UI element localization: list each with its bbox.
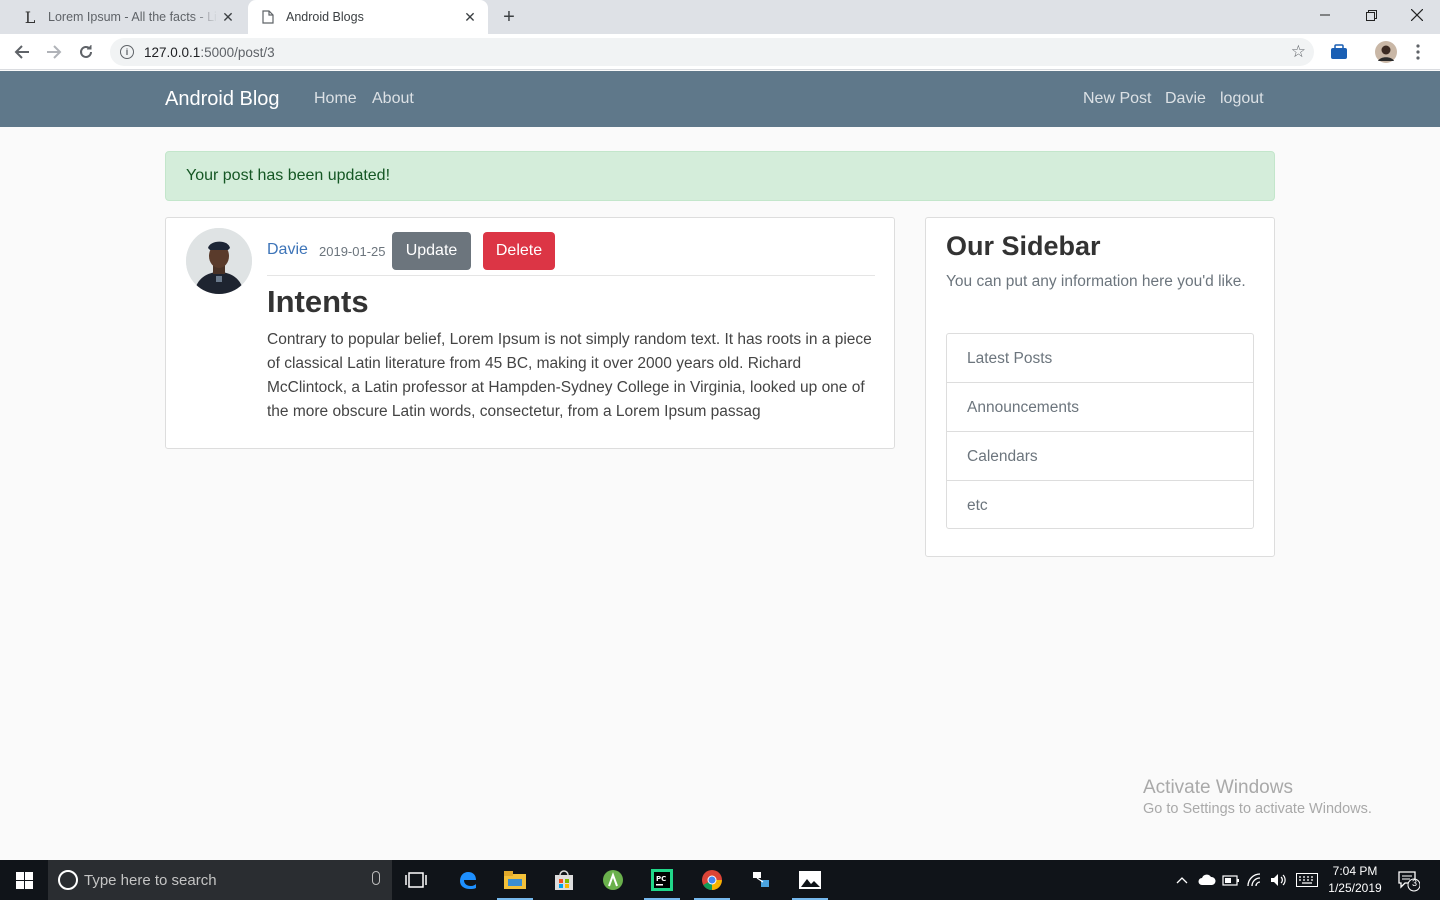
microphone-icon[interactable] (372, 871, 380, 885)
notification-count: 3 (1411, 878, 1417, 888)
wifi-icon[interactable] (1245, 860, 1267, 900)
tab-title: Android Blogs (286, 10, 364, 24)
taskbar-search-box[interactable]: Type here to search (48, 860, 392, 900)
sidebar-list: Latest Posts Announcements Calendars etc (946, 333, 1254, 529)
navbar-brand[interactable]: Android Blog (165, 88, 280, 111)
author-avatar (186, 228, 252, 294)
activation-watermark: Activate Windows Go to Settings to activ… (1143, 777, 1372, 817)
address-bar[interactable]: i 127.0.0.1:5000/post/3 ☆ (110, 38, 1314, 66)
site-info-icon[interactable]: i (120, 45, 134, 59)
delete-button[interactable]: Delete (483, 232, 555, 270)
post-author-link[interactable]: Davie (267, 241, 308, 259)
svg-text:PC: PC (656, 875, 666, 883)
browser-tab-lipsum[interactable]: L Lorem Ipsum - All the facts - Lipsum ✕ (8, 0, 246, 34)
url-text: 127.0.0.1:5000/post/3 (144, 45, 275, 60)
watermark-subtitle: Go to Settings to activate Windows. (1143, 801, 1372, 817)
keyboard-icon[interactable] (1294, 860, 1320, 900)
chrome-icon[interactable] (688, 860, 736, 900)
restore-icon[interactable] (1348, 0, 1394, 30)
url-host: 127.0.0.1 (144, 44, 201, 60)
edge-browser-icon[interactable] (443, 860, 491, 900)
battery-icon[interactable] (1220, 860, 1242, 900)
windows-taskbar: Type here to search PC 7:04 PM 1/25/2019… (0, 860, 1440, 900)
windows-start-icon[interactable] (0, 860, 48, 900)
clock-time: 7:04 PM (1332, 864, 1378, 878)
post-title: Intents (267, 284, 369, 319)
update-button[interactable]: Update (392, 232, 471, 270)
task-view-icon[interactable] (392, 860, 440, 900)
sidebar-description: You can put any information here you'd l… (946, 273, 1246, 290)
show-hidden-icons-icon[interactable] (1172, 860, 1192, 900)
sidebar-item-announcements[interactable]: Announcements (947, 383, 1253, 432)
post-meta: Davie 2019-01-25 Update Delete (267, 232, 875, 276)
new-tab-button[interactable]: + (498, 6, 520, 28)
post-card: Davie 2019-01-25 Update Delete Intents C… (165, 217, 895, 449)
action-center-icon[interactable]: 3 (1396, 868, 1421, 892)
page-favicon-icon (260, 9, 276, 25)
tab-title: Lorem Ipsum - All the facts - Lipsum (48, 10, 218, 24)
back-arrow-icon[interactable] (10, 40, 34, 64)
android-studio-icon[interactable] (589, 860, 637, 900)
minimize-icon[interactable] (1302, 0, 1348, 30)
browser-menu-icon[interactable] (1407, 41, 1429, 63)
clock-date: 1/25/2019 (1328, 881, 1382, 895)
onedrive-icon[interactable] (1196, 860, 1218, 900)
browser-tab-strip: L Lorem Ipsum - All the facts - Lipsum ✕… (0, 0, 1440, 34)
success-alert: Your post has been updated! (165, 151, 1275, 201)
cortana-icon (58, 870, 78, 890)
sidebar-item-calendars[interactable]: Calendars (947, 432, 1253, 481)
nav-link-about[interactable]: About (372, 90, 414, 108)
volume-icon[interactable] (1268, 860, 1290, 900)
nav-link-new-post[interactable]: New Post (1083, 90, 1151, 108)
site-navbar: Android Blog Home About New Post Davie l… (0, 71, 1440, 127)
store-icon[interactable] (540, 860, 588, 900)
reload-icon[interactable] (74, 40, 98, 64)
sidebar-title: Our Sidebar (946, 231, 1101, 261)
taskbar-clock[interactable]: 7:04 PM 1/25/2019 (1322, 863, 1388, 897)
nav-link-account[interactable]: Davie (1165, 90, 1206, 108)
extension-icon[interactable] (1328, 41, 1350, 63)
close-window-icon[interactable] (1394, 0, 1440, 30)
file-explorer-icon[interactable] (491, 860, 539, 900)
post-date: 2019-01-25 (319, 244, 386, 259)
sidebar: Our Sidebar You can put any information … (925, 217, 1275, 557)
lipsum-favicon-icon: L (24, 7, 36, 27)
sidebar-item-etc[interactable]: etc (947, 481, 1253, 528)
sidebar-item-latest-posts[interactable]: Latest Posts (947, 334, 1253, 383)
photos-icon[interactable] (786, 860, 834, 900)
close-tab-icon[interactable]: ✕ (460, 7, 480, 27)
search-placeholder: Type here to search (84, 871, 217, 889)
network-app-icon[interactable] (738, 860, 786, 900)
forward-arrow-icon[interactable] (42, 40, 66, 64)
post-content: Contrary to popular belief, Lorem Ipsum … (267, 331, 872, 420)
nav-link-home[interactable]: Home (314, 90, 357, 108)
close-tab-icon[interactable]: ✕ (218, 7, 238, 27)
browser-tab-android-blogs[interactable]: Android Blogs ✕ (248, 0, 488, 34)
nav-link-logout[interactable]: logout (1220, 90, 1264, 108)
url-path: :5000/post/3 (200, 44, 275, 60)
profile-avatar[interactable] (1375, 41, 1397, 63)
watermark-title: Activate Windows (1143, 777, 1293, 798)
bookmark-star-icon[interactable]: ☆ (1291, 42, 1306, 62)
browser-toolbar: i 127.0.0.1:5000/post/3 ☆ (0, 34, 1440, 70)
pycharm-icon[interactable]: PC (638, 860, 686, 900)
